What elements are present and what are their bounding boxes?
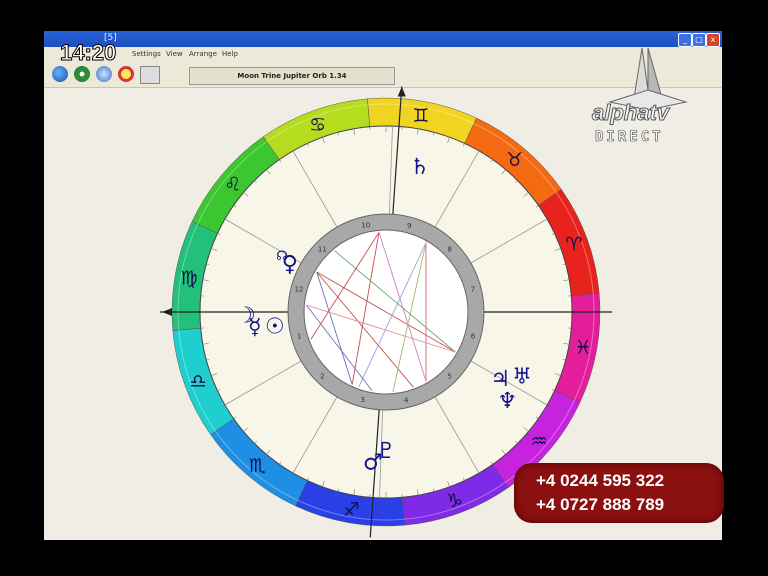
libra-glyph-icon: ♎ xyxy=(190,370,207,392)
phone-number-1: +4 0244 595 322 xyxy=(536,471,665,490)
brand-sub: DIRECT xyxy=(595,129,664,146)
house-number: 2 xyxy=(320,373,324,381)
saturn-planet-icon: ♄ xyxy=(410,155,430,180)
capricorn-glyph-icon: ♑ xyxy=(446,490,463,512)
house-number: 11 xyxy=(318,245,327,253)
cancer-glyph-icon: ♋ xyxy=(309,114,326,136)
phone-number-2: +4 0727 888 789 xyxy=(536,495,665,514)
brand-name: alphatv xyxy=(591,100,670,126)
taurus-glyph-icon: ♉ xyxy=(506,149,523,171)
scorpio-glyph-icon: ♏ xyxy=(249,455,266,477)
house-number: 7 xyxy=(471,286,475,294)
house-number: 4 xyxy=(404,397,409,405)
neptune-planet-icon: ♆ xyxy=(497,389,517,414)
leo-glyph-icon: ♌ xyxy=(224,173,241,195)
house-number: 1 xyxy=(297,332,301,340)
venus-planet-icon: ♀ xyxy=(282,252,298,277)
house-number: 9 xyxy=(407,222,411,230)
clock: 14:20 xyxy=(59,40,117,66)
house-number: 12 xyxy=(295,286,304,294)
house-number: 8 xyxy=(447,245,451,253)
uranus-planet-icon: ♅ xyxy=(512,364,532,389)
mercury-planet-icon: ☿ xyxy=(248,315,262,340)
sagittarius-glyph-icon: ♐ xyxy=(343,499,360,521)
sun-planet-icon: ☉ xyxy=(265,315,285,340)
phone-banner: +4 0244 595 322 +4 0727 888 789 xyxy=(514,463,724,523)
house-number: 6 xyxy=(471,332,476,340)
house-number: 10 xyxy=(361,221,370,229)
aries-glyph-icon: ♈ xyxy=(565,234,582,256)
house-number: 5 xyxy=(447,373,451,381)
aquarius-glyph-icon: ♒ xyxy=(531,431,548,453)
asc-arrow-icon xyxy=(162,308,172,316)
virgo-glyph-icon: ♍ xyxy=(181,267,198,289)
mc-arrow-icon xyxy=(397,86,406,97)
gemini-glyph-icon: ♊ xyxy=(412,105,429,127)
pisces-glyph-icon: ♓ xyxy=(574,337,591,359)
mars-planet-icon: ♂ xyxy=(363,450,383,475)
house-number: 3 xyxy=(360,396,364,404)
